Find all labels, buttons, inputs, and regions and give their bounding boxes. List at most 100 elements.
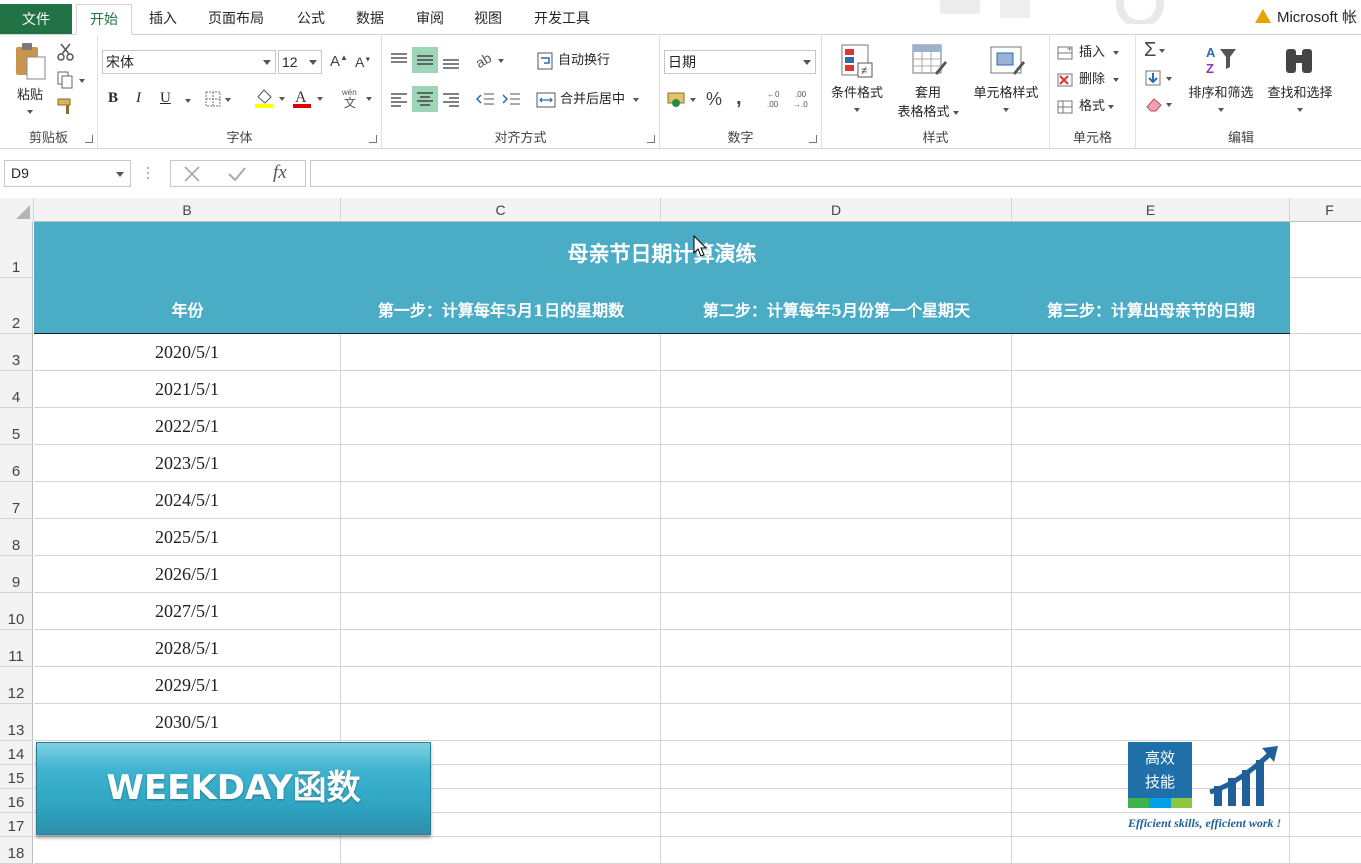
cell-d18[interactable] bbox=[661, 837, 1012, 864]
header-step1[interactable]: 第一步：计算每年5月1日的星期数 bbox=[341, 297, 661, 321]
sort-filter-button[interactable]: AZ 排序和筛选 bbox=[1182, 43, 1260, 116]
grow-font-button[interactable]: A▲ bbox=[330, 53, 348, 70]
name-box[interactable]: D9 bbox=[4, 160, 131, 187]
cell-d10[interactable] bbox=[661, 593, 1012, 630]
year-cell[interactable]: 2023/5/1 bbox=[34, 445, 341, 482]
number-launcher-icon[interactable] bbox=[809, 135, 817, 143]
underline-dropdown-icon[interactable] bbox=[185, 99, 191, 103]
align-bottom-button[interactable] bbox=[440, 51, 462, 76]
cell-f12[interactable] bbox=[1290, 667, 1361, 704]
year-cell[interactable]: 2028/5/1 bbox=[34, 630, 341, 667]
copy-button[interactable] bbox=[56, 71, 86, 92]
cell-f13[interactable] bbox=[1290, 704, 1361, 741]
cell-f6[interactable] bbox=[1290, 445, 1361, 482]
font-size-combo[interactable]: 12 bbox=[278, 50, 322, 74]
cell-e3[interactable] bbox=[1012, 334, 1290, 371]
tab-view[interactable]: 视图 bbox=[463, 4, 513, 35]
cell-f17[interactable] bbox=[1290, 813, 1361, 837]
row-header-8[interactable]: 8 bbox=[0, 519, 33, 556]
italic-button[interactable]: I bbox=[136, 90, 141, 107]
cell-d6[interactable] bbox=[661, 445, 1012, 482]
row-header-2[interactable]: 2 bbox=[0, 278, 33, 334]
bold-button[interactable]: B bbox=[108, 90, 118, 107]
paste-button[interactable]: 粘贴 bbox=[8, 41, 52, 117]
format-cells-button[interactable]: 格式 bbox=[1056, 95, 1115, 116]
format-as-table-button[interactable]: 套用 表格格式 bbox=[890, 43, 966, 120]
column-header-c[interactable]: C bbox=[341, 198, 661, 222]
column-header-b[interactable]: B bbox=[34, 198, 341, 222]
cell-f15[interactable] bbox=[1290, 765, 1361, 789]
accounting-format-button[interactable] bbox=[666, 88, 700, 113]
cell-d14[interactable] bbox=[661, 741, 1012, 765]
year-cell[interactable]: 2021/5/1 bbox=[34, 371, 341, 408]
align-middle-button[interactable] bbox=[412, 47, 438, 73]
cell-e4[interactable] bbox=[1012, 371, 1290, 408]
comma-button[interactable]: , bbox=[736, 87, 742, 110]
year-cell[interactable]: 2027/5/1 bbox=[34, 593, 341, 630]
cell-f18[interactable] bbox=[1290, 837, 1361, 864]
row-header-15[interactable]: 15 bbox=[0, 765, 33, 789]
cell-e12[interactable] bbox=[1012, 667, 1290, 704]
cut-button[interactable] bbox=[56, 43, 76, 64]
row-header-11[interactable]: 11 bbox=[0, 630, 33, 667]
phonetic-button[interactable]: wén 文 bbox=[340, 87, 374, 112]
cell-e13[interactable] bbox=[1012, 704, 1290, 741]
merge-center-button[interactable]: 合并后居中 bbox=[536, 88, 640, 110]
cell-f2[interactable] bbox=[1290, 278, 1361, 334]
cell-e5[interactable] bbox=[1012, 408, 1290, 445]
row-header-17[interactable]: 17 bbox=[0, 813, 33, 837]
account-menu[interactable]: Microsoft 帐 bbox=[1254, 4, 1361, 32]
fill-button[interactable] bbox=[1144, 69, 1174, 90]
cell-f3[interactable] bbox=[1290, 334, 1361, 371]
cell-d8[interactable] bbox=[661, 519, 1012, 556]
weekday-function-button[interactable]: WEEKDAY函数 bbox=[36, 742, 431, 835]
tab-data[interactable]: 数据 bbox=[345, 4, 395, 35]
cell-d7[interactable] bbox=[661, 482, 1012, 519]
year-cell[interactable]: 2024/5/1 bbox=[34, 482, 341, 519]
header-step3[interactable]: 第三步：计算出母亲节的日期 bbox=[1012, 297, 1290, 321]
increase-decimal-button[interactable]: ←0.00 bbox=[764, 88, 788, 113]
underline-button[interactable]: U bbox=[160, 90, 171, 107]
cell-d13[interactable] bbox=[661, 704, 1012, 741]
cell-c13[interactable] bbox=[341, 704, 661, 741]
cell-e6[interactable] bbox=[1012, 445, 1290, 482]
tab-insert[interactable]: 插入 bbox=[138, 4, 188, 35]
cell-f9[interactable] bbox=[1290, 556, 1361, 593]
row-header-9[interactable]: 9 bbox=[0, 556, 33, 593]
cell-f5[interactable] bbox=[1290, 408, 1361, 445]
cell-c4[interactable] bbox=[341, 371, 661, 408]
autosum-button[interactable]: Σ bbox=[1144, 39, 1166, 62]
cell-f8[interactable] bbox=[1290, 519, 1361, 556]
cell-f16[interactable] bbox=[1290, 789, 1361, 813]
row-header-14[interactable]: 14 bbox=[0, 741, 33, 765]
column-header-d[interactable]: D bbox=[661, 198, 1012, 222]
cell-d5[interactable] bbox=[661, 408, 1012, 445]
clipboard-launcher-icon[interactable] bbox=[85, 135, 93, 143]
cell-c5[interactable] bbox=[341, 408, 661, 445]
insert-function-button[interactable]: fx bbox=[273, 162, 287, 184]
row-header-3[interactable]: 3 bbox=[0, 334, 33, 371]
cell-c7[interactable] bbox=[341, 482, 661, 519]
cell-c9[interactable] bbox=[341, 556, 661, 593]
cell-d9[interactable] bbox=[661, 556, 1012, 593]
clear-button[interactable] bbox=[1144, 95, 1174, 116]
tab-review[interactable]: 审阅 bbox=[405, 4, 455, 35]
cell-f1[interactable] bbox=[1290, 222, 1361, 278]
percent-button[interactable]: % bbox=[706, 89, 722, 110]
cell-d3[interactable] bbox=[661, 334, 1012, 371]
tab-formulas[interactable]: 公式 bbox=[286, 4, 336, 35]
cell-c12[interactable] bbox=[341, 667, 661, 704]
increase-indent-button[interactable] bbox=[500, 89, 522, 112]
year-cell[interactable]: 2026/5/1 bbox=[34, 556, 341, 593]
cell-c6[interactable] bbox=[341, 445, 661, 482]
font-color-button[interactable]: A bbox=[292, 87, 324, 112]
find-select-button[interactable]: 查找和选择 bbox=[1260, 43, 1340, 116]
cancel-icon[interactable] bbox=[183, 166, 201, 182]
cell-f11[interactable] bbox=[1290, 630, 1361, 667]
sheet-title[interactable]: 母亲节日期计算演练 bbox=[34, 238, 1290, 268]
cell-d15[interactable] bbox=[661, 765, 1012, 789]
row-header-5[interactable]: 5 bbox=[0, 408, 33, 445]
shrink-font-button[interactable]: A▼ bbox=[355, 54, 371, 70]
wrap-text-button[interactable]: 自动换行 bbox=[536, 49, 610, 71]
row-header-16[interactable]: 16 bbox=[0, 789, 33, 813]
